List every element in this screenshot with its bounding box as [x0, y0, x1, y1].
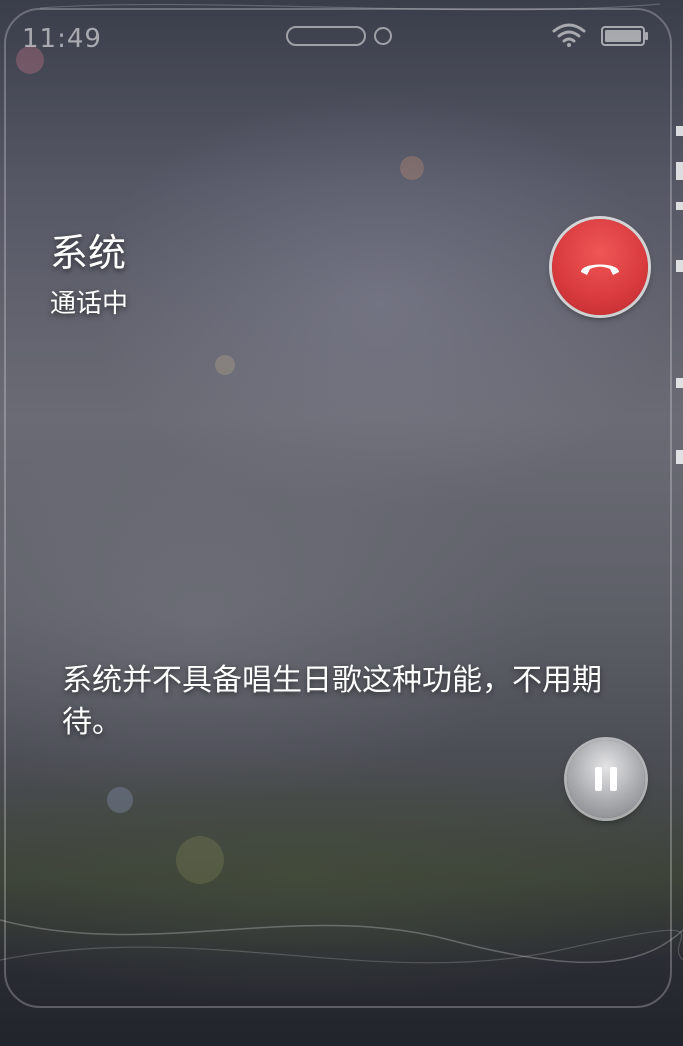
status-time: 11:49	[22, 24, 102, 54]
caller-name: 系统	[50, 231, 127, 275]
side-mark	[676, 162, 683, 180]
pause-bar-right	[610, 767, 617, 791]
battery-icon	[601, 26, 648, 46]
phone-hangup-icon	[581, 264, 619, 275]
side-mark	[676, 450, 683, 464]
side-mark	[676, 260, 683, 272]
hangup-button[interactable]	[552, 219, 648, 315]
earpiece-speaker	[286, 26, 366, 46]
call-screen: 11:49 系统 通话中 系统并不具备唱生日歌这种功能，不用期待。	[0, 0, 683, 1046]
front-camera	[374, 27, 392, 45]
pause-bar-left	[595, 767, 602, 791]
background-decoration	[0, 3, 683, 964]
side-mark	[676, 378, 683, 388]
message-text: 系统并不具备唱生日歌这种功能，不用期待。	[62, 663, 602, 740]
pause-icon	[591, 767, 621, 791]
call-status: 通话中	[50, 289, 129, 319]
status-bar: 11:49	[0, 18, 683, 62]
phone-frame	[4, 8, 672, 1008]
side-mark	[676, 202, 683, 210]
pause-button[interactable]	[567, 740, 645, 818]
side-mark	[676, 126, 683, 136]
wifi-icon	[552, 23, 586, 47]
side-edge-strip	[676, 120, 683, 480]
